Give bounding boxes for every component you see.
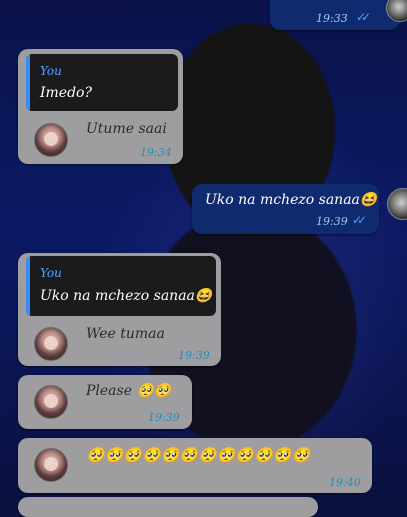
avatar[interactable] bbox=[34, 327, 68, 361]
double-check-icon: ✓✓ bbox=[352, 213, 367, 227]
quote-text: Uko na mchezo sanaa😆 bbox=[40, 288, 213, 304]
message-bubble-incoming[interactable]: 🥺🥺🥺🥺🥺🥺🥺🥺🥺🥺🥺🥺 19:40 bbox=[18, 438, 372, 493]
double-check-icon: ✓✓ bbox=[356, 10, 371, 24]
quote-text: Imedo? bbox=[40, 85, 92, 101]
avatar[interactable] bbox=[34, 385, 68, 419]
message-bubble-incoming[interactable]: You Imedo? Utume saai 19:34 bbox=[18, 49, 183, 164]
quote-author: You bbox=[40, 64, 62, 78]
message-text: Please 🥺🥺 bbox=[86, 383, 172, 399]
message-bubble-outgoing[interactable]: 19:33 ✓✓ bbox=[270, 0, 400, 30]
message-time: 19:40 bbox=[329, 476, 361, 489]
message-bubble-incoming[interactable]: Please 🥺🥺 19:39 bbox=[18, 375, 192, 429]
message-text: 🥺🥺🥺🥺🥺🥺🥺🥺🥺🥺🥺🥺 bbox=[86, 446, 311, 464]
message-time: 19:39 bbox=[148, 411, 180, 424]
message-bubble-outgoing[interactable]: Uko na mchezo sanaa😆 19:39 ✓✓ bbox=[192, 184, 379, 234]
quoted-message[interactable]: You Uko na mchezo sanaa😆 bbox=[26, 256, 216, 316]
avatar[interactable] bbox=[34, 448, 68, 482]
message-text: Utume saai bbox=[86, 121, 167, 137]
quote-accent-bar bbox=[26, 256, 30, 316]
message-time: 19:39 bbox=[316, 215, 348, 228]
quoted-message[interactable]: You Imedo? bbox=[26, 54, 178, 111]
message-time: 19:39 bbox=[178, 349, 210, 362]
message-text: Wee tumaa bbox=[86, 326, 165, 342]
message-time: 19:33 bbox=[316, 12, 348, 25]
quote-accent-bar bbox=[26, 54, 30, 111]
avatar[interactable] bbox=[34, 123, 68, 157]
message-bubble-incoming[interactable] bbox=[18, 497, 318, 517]
message-bubble-incoming[interactable]: You Uko na mchezo sanaa😆 Wee tumaa 19:39 bbox=[18, 253, 221, 366]
message-text: Uko na mchezo sanaa😆 bbox=[205, 192, 378, 208]
message-time: 19:34 bbox=[140, 146, 172, 159]
quote-author: You bbox=[40, 266, 62, 280]
